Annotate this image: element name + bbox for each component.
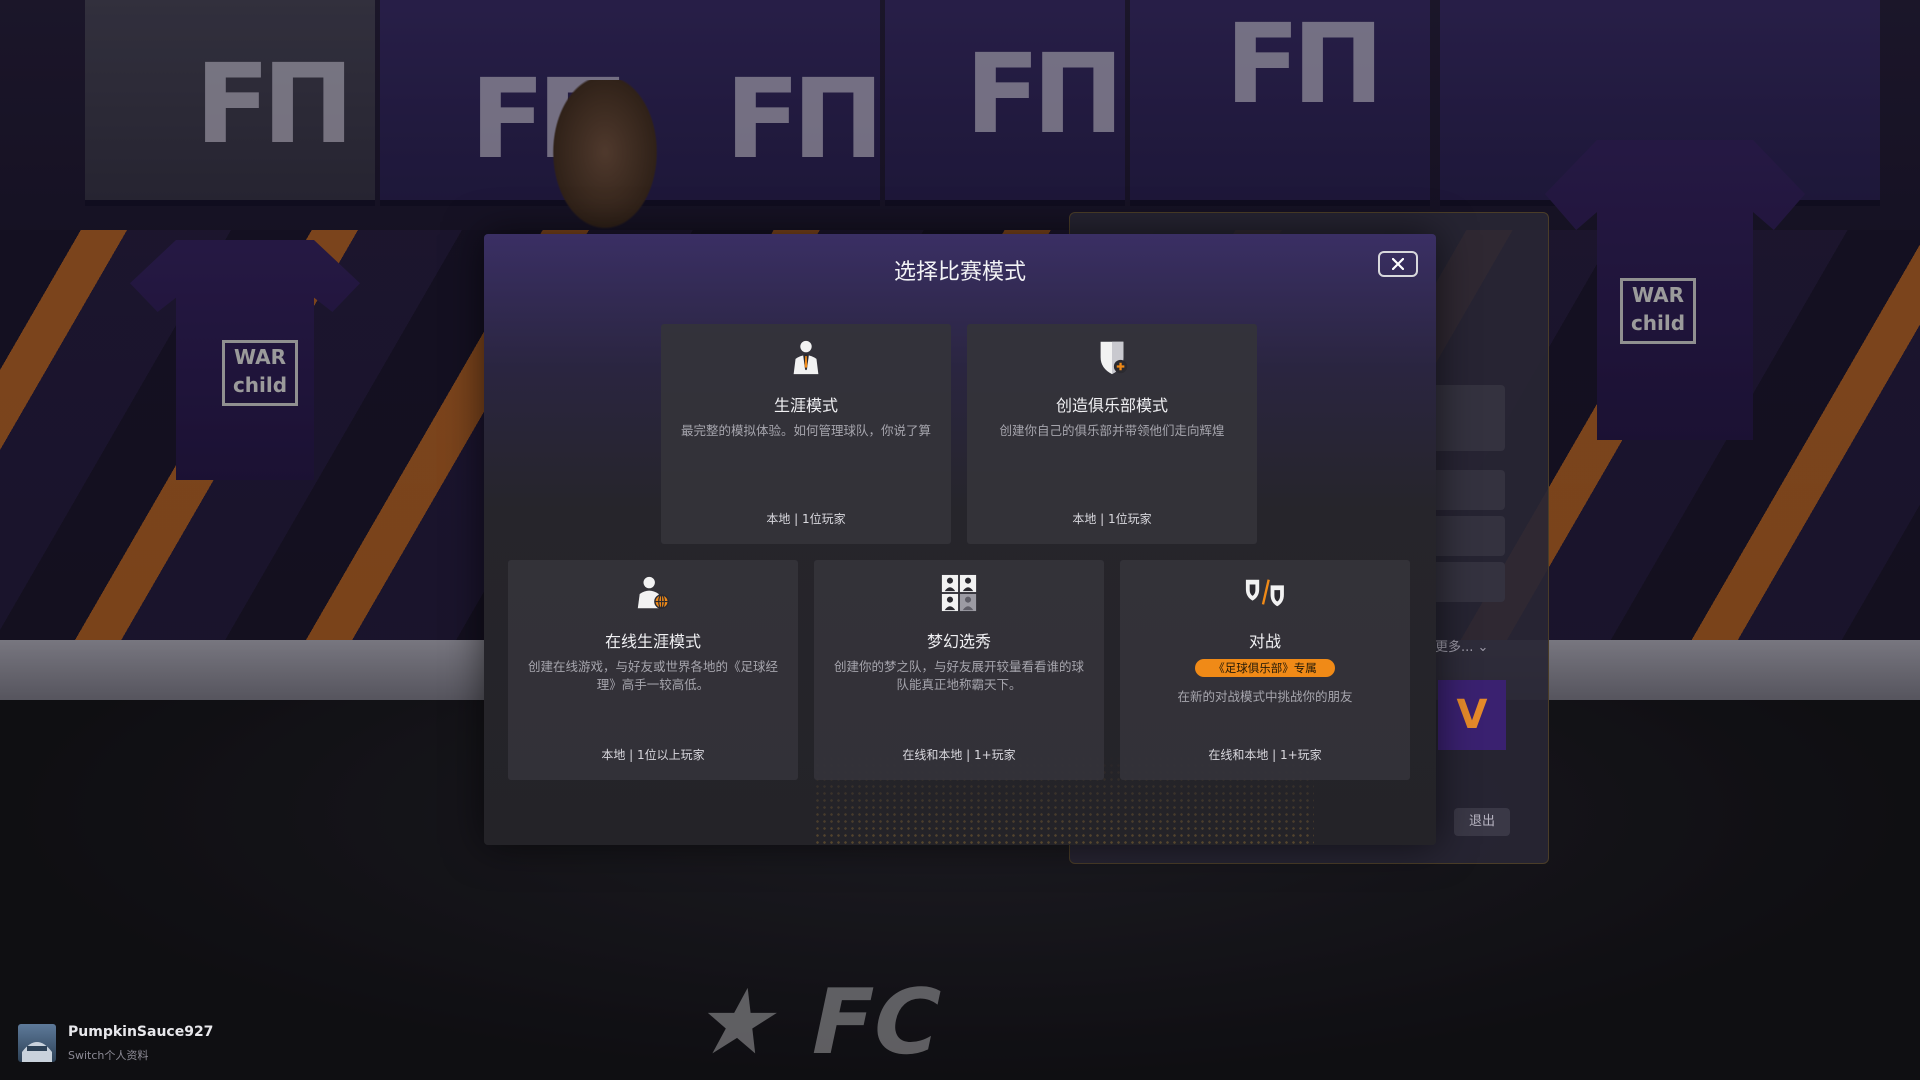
more-dropdown[interactable]: 更多... ⌄	[1435, 636, 1488, 655]
mode-title: 生涯模式	[773, 396, 838, 415]
mode-description: 在新的对战模式中挑战你的朋友	[1177, 689, 1353, 704]
side-panel-row	[1430, 470, 1505, 510]
fantasy-draft-icon	[941, 574, 977, 612]
chevron-down-icon: ⌄	[1477, 640, 1489, 655]
close-button[interactable]	[1378, 251, 1418, 277]
mode-title: 梦幻选秀	[926, 632, 991, 651]
mode-card-versus[interactable]: 对战 《足球俱乐部》专属 在新的对战模式中挑战你的朋友 在线和本地 | 1+玩家	[1120, 560, 1410, 780]
side-panel-row	[1430, 385, 1505, 451]
exclusive-badge: 《足球俱乐部》专属	[1195, 659, 1335, 677]
mode-players: 在线和本地 | 1+玩家	[1208, 748, 1322, 762]
mode-players: 本地 | 1位以上玩家	[601, 748, 705, 762]
online-manager-icon	[637, 576, 669, 609]
mode-title: 在线生涯模式	[604, 632, 701, 651]
side-panel-row	[1430, 516, 1505, 556]
mode-title: 创造俱乐部模式	[1055, 396, 1168, 415]
club-v-logo: V	[1438, 680, 1506, 750]
avatar	[18, 1024, 56, 1062]
profile-subtitle: Switch个人资料	[68, 1049, 149, 1062]
select-mode-modal: 选择比赛模式 生涯模式 最完整的模拟体验。如何管理球队，你说了算 本地 | 1位…	[484, 234, 1436, 845]
close-icon	[1392, 258, 1404, 270]
versus-shields-icon	[1245, 579, 1284, 607]
exit-button[interactable]: 退出	[1454, 808, 1510, 836]
mode-card-create-club[interactable]: 创造俱乐部模式 创建你自己的俱乐部并带领他们走向辉煌 本地 | 1位玩家	[967, 324, 1257, 544]
mode-card-online-career[interactable]: 在线生涯模式 创建在线游戏，与好友或世界各地的《足球经理》高手一较高低。 本地 …	[508, 560, 798, 780]
manager-icon	[793, 340, 819, 375]
side-panel-row	[1430, 562, 1505, 602]
modal-title: 选择比赛模式	[893, 260, 1026, 285]
mode-players: 本地 | 1位玩家	[766, 512, 846, 526]
profile-name: PumpkinSauce927	[68, 1024, 214, 1040]
mode-title: 对战	[1248, 632, 1281, 651]
more-label: 更多...	[1435, 640, 1474, 655]
mode-card-career[interactable]: 生涯模式 最完整的模拟体验。如何管理球队，你说了算 本地 | 1位玩家	[661, 324, 951, 544]
mode-description: 创建你的梦之队，与好友展开较量看看谁的球队能真正地称霸天下。	[833, 659, 1084, 692]
mode-description: 创建在线游戏，与好友或世界各地的《足球经理》高手一较高低。	[527, 659, 778, 692]
mode-players: 本地 | 1位玩家	[1072, 512, 1152, 526]
create-club-shield-icon	[1100, 341, 1128, 375]
mode-card-fantasy-draft[interactable]: 梦幻选秀 创建你的梦之队，与好友展开较量看看谁的球队能真正地称霸天下。 在线和本…	[814, 560, 1104, 780]
mode-description: 创建你自己的俱乐部并带领他们走向辉煌	[999, 423, 1225, 438]
avatar-image	[22, 1042, 52, 1062]
mode-description: 最完整的模拟体验。如何管理球队，你说了算	[680, 423, 931, 438]
mode-players: 在线和本地 | 1+玩家	[902, 748, 1016, 762]
